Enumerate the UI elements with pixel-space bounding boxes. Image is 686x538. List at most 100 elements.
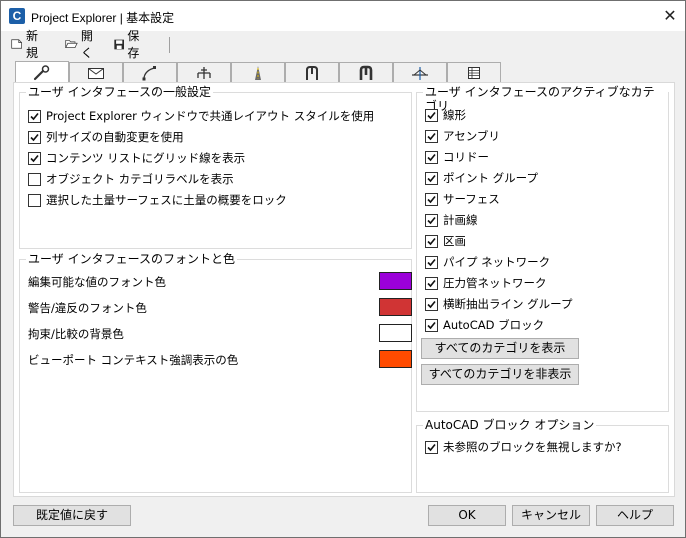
tab-pressure-networks[interactable] [339,62,393,83]
checkbox[interactable] [425,171,438,185]
category-pipe-networks[interactable]: パイプ ネットワーク [425,254,550,270]
title-bar[interactable]: C Project Explorer | 基本設定 ✕ [1,1,685,31]
color-label: ビューポート コンテキスト強調表示の色 [28,353,239,367]
checkmark-icon [30,133,39,141]
checkmark-icon [427,195,436,203]
option-label: 列サイズの自動変更を使用 [46,130,184,144]
table-icon [468,67,480,79]
checkmark-icon [30,154,39,162]
help-button[interactable]: ヘルプ [596,505,674,526]
checkbox[interactable] [425,192,438,206]
checkmark-icon [427,321,436,329]
open-button[interactable]: 開く [65,29,98,60]
checkbox[interactable] [28,193,41,207]
category-autocad-blocks[interactable]: AutoCAD ブロック [425,317,544,333]
fonts-colors-title: ユーザ インタフェースのフォントと色 [26,252,237,266]
category-label: 区画 [443,234,466,248]
option-label: 未参照のブロックを無視しますか? [443,440,622,454]
civil3d-app-icon: C [9,8,25,24]
fonts-colors-group: ユーザ インタフェースのフォントと色 編集可能な値のフォント色 警告/違反のフォ… [19,252,412,493]
category-parcels[interactable]: 区画 [425,233,466,249]
checkmark-icon [427,443,436,451]
checkmark-icon [427,174,436,182]
option-lock-volume-summary[interactable]: 選択した土量サーフェスに土量の概要をロック [28,192,287,208]
checkbox[interactable] [425,129,438,143]
tab-tables[interactable] [447,62,501,83]
tab-sample-lines[interactable] [393,62,447,83]
option-label: 選択した土量サーフェスに土量の概要をロック [46,193,287,207]
checkbox[interactable] [28,172,41,186]
category-label: 圧力管ネットワーク [443,276,547,290]
option-category-labels[interactable]: オブジェクト カテゴリラベルを表示 [28,171,234,187]
color-row-warning-font: 警告/違反のフォント色 [28,298,412,316]
tab-assemblies[interactable] [177,62,231,83]
color-swatch-warning-font[interactable] [379,298,412,316]
checkmark-icon [427,216,436,224]
color-swatch-viewport-highlight[interactable] [379,350,412,368]
checkbox[interactable] [425,255,438,269]
color-swatch-constraint-background[interactable] [379,324,412,342]
show-all-categories-button[interactable]: すべてのカテゴリを表示 [421,338,579,359]
checkbox[interactable] [28,151,41,165]
reset-defaults-button[interactable]: 既定値に戻す [13,505,131,526]
alignment-curve-icon [142,66,156,81]
pipe-network-icon [306,66,318,80]
category-surfaces[interactable]: サーフェス [425,191,500,207]
pressure-network-icon [359,65,373,80]
open-label: 開く [80,29,93,60]
checkbox[interactable] [425,276,438,290]
category-label: 計画線 [443,213,478,227]
corridor-icon [255,66,261,80]
category-label: AutoCAD ブロック [443,318,545,332]
tab-general[interactable] [15,61,69,83]
option-auto-resize-columns[interactable]: 列サイズの自動変更を使用 [28,129,184,145]
color-swatch-editable-font[interactable] [379,272,412,290]
checkbox[interactable] [425,108,438,122]
option-common-layout[interactable]: Project Explorer ウィンドウで共通レイアウト スタイルを使用 [28,108,374,124]
category-label: ポイント グループ [443,171,538,185]
preferences-dialog: C Project Explorer | 基本設定 ✕ 新規 開く 保存 ユーザ… [0,0,686,538]
category-alignments[interactable]: 線形 [425,107,466,123]
active-categories-group: ユーザ インタフェースのアクティブなカテゴリ 線形 アセンブリ コリドー ポイン… [416,85,669,412]
general-settings-title: ユーザ インタフェースの一般設定 [26,85,213,99]
checkbox[interactable] [425,213,438,227]
tab-corridors[interactable] [231,62,285,83]
ok-button[interactable]: OK [428,505,506,526]
checkmark-icon [427,237,436,245]
cancel-button[interactable]: キャンセル [512,505,590,526]
tab-alignments[interactable] [123,62,177,83]
category-assemblies[interactable]: アセンブリ [425,128,500,144]
checkbox[interactable] [28,130,41,144]
category-point-groups[interactable]: ポイント グループ [425,170,538,186]
open-folder-icon [65,40,78,48]
checkbox[interactable] [425,150,438,164]
category-pressure-networks[interactable]: 圧力管ネットワーク [425,275,547,291]
category-feature-lines[interactable]: 計画線 [425,212,478,228]
color-row-viewport-highlight: ビューポート コンテキスト強調表示の色 [28,350,412,368]
option-label: コンテンツ リストにグリッド線を表示 [46,151,246,165]
checkbox[interactable] [425,234,438,248]
checkbox[interactable] [425,318,438,332]
checkmark-icon [427,258,436,266]
category-label: 横断抽出ライン グループ [443,297,573,311]
assembly-icon [197,67,211,79]
category-corridors[interactable]: コリドー [425,149,489,165]
checkbox[interactable] [28,109,41,123]
new-button[interactable]: 新規 [11,29,43,60]
hide-all-categories-button[interactable]: すべてのカテゴリを非表示 [421,364,579,385]
checkbox[interactable] [425,440,438,454]
tab-survey[interactable] [69,62,123,83]
close-button[interactable]: ✕ [655,1,685,31]
category-label: サーフェス [443,192,500,206]
category-sample-line-groups[interactable]: 横断抽出ライン グループ [425,296,572,312]
option-grid-lines[interactable]: コンテンツ リストにグリッド線を表示 [28,150,245,166]
checkbox[interactable] [425,297,438,311]
autocad-block-options-group: AutoCAD ブロック オプション 未参照のブロックを無視しますか? [416,418,669,493]
tab-pipe-networks[interactable] [285,62,339,83]
new-label: 新規 [26,29,39,60]
color-row-editable-font: 編集可能な値のフォント色 [28,272,412,290]
color-label: 編集可能な値のフォント色 [28,275,166,289]
save-button[interactable]: 保存 [114,29,144,60]
category-label: アセンブリ [443,129,500,143]
option-ignore-unreferenced-blocks[interactable]: 未参照のブロックを無視しますか? [425,439,622,455]
